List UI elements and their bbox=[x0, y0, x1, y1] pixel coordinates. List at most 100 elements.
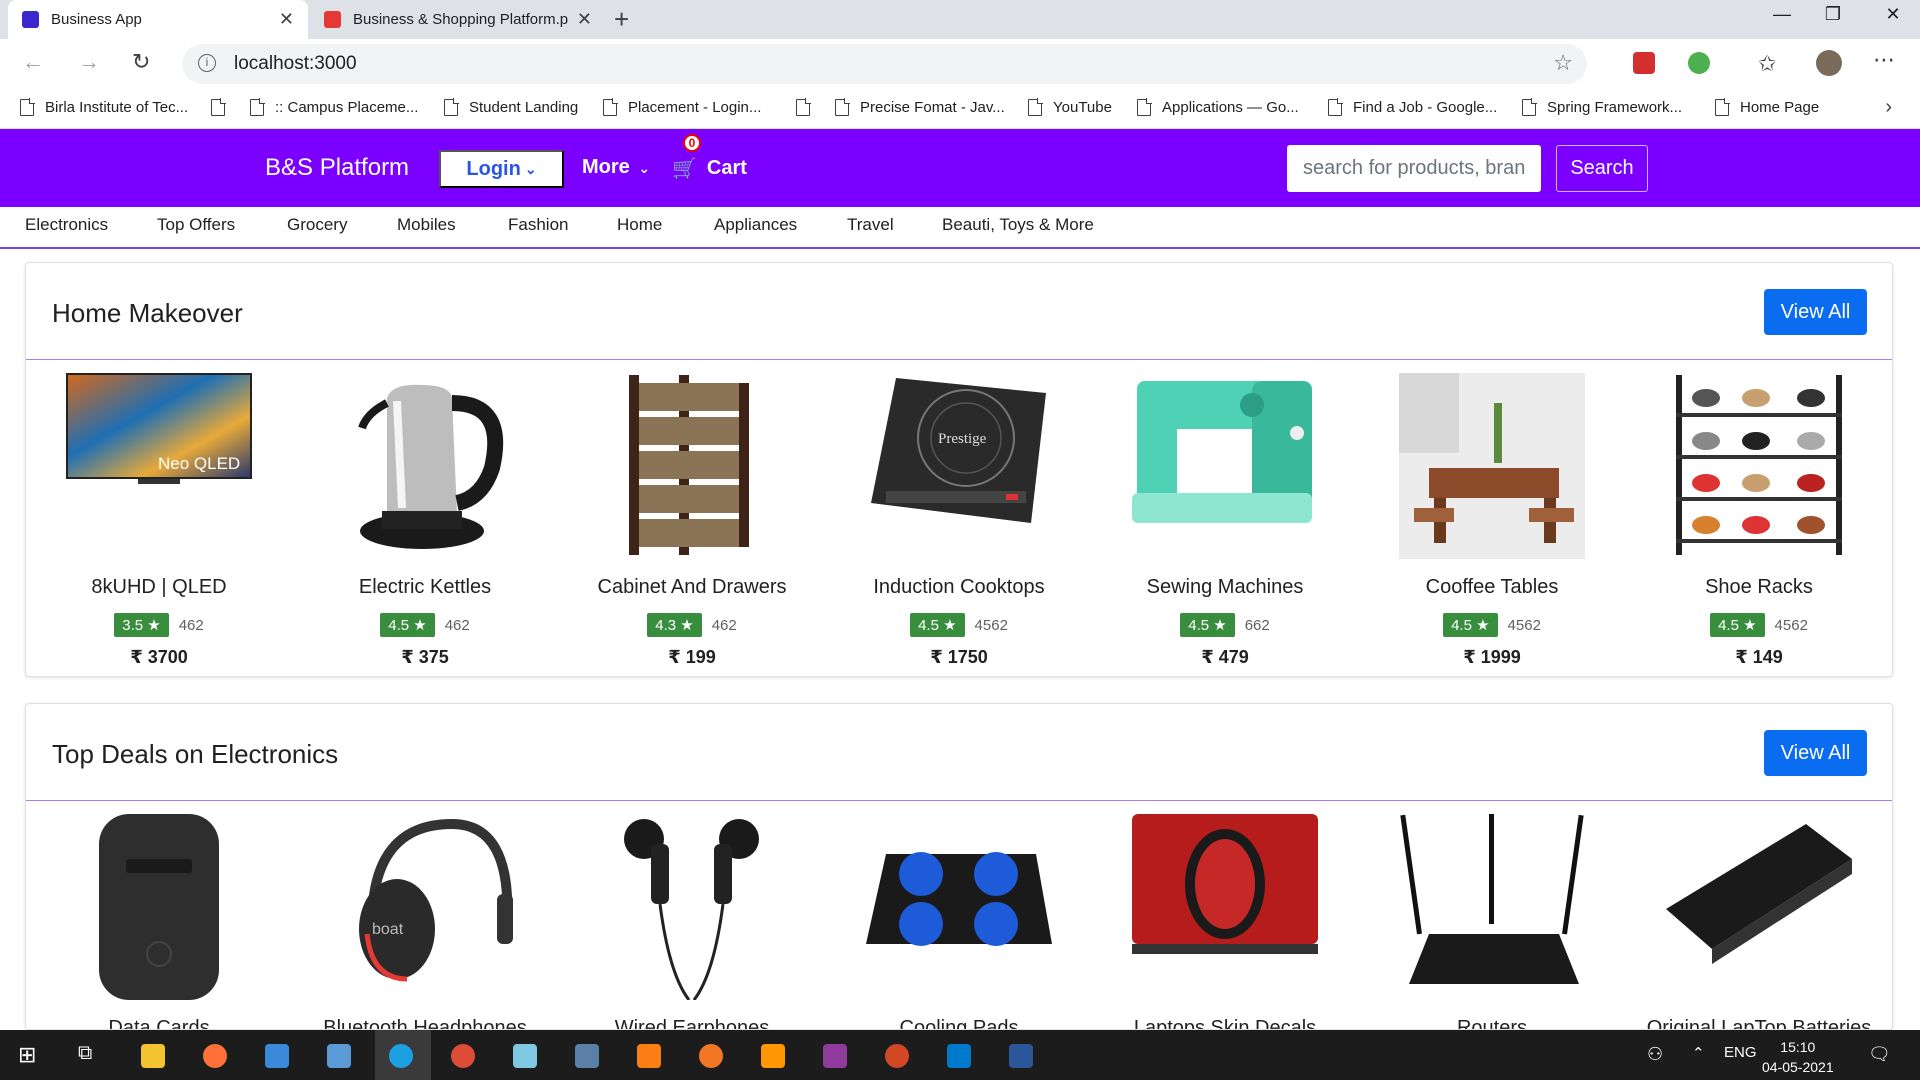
cart-button[interactable]: 🛒 Cart bbox=[672, 156, 747, 181]
close-icon[interactable]: ✕ bbox=[279, 9, 294, 30]
vscode-icon[interactable] bbox=[947, 1044, 971, 1068]
kettle-icon bbox=[358, 384, 504, 549]
brand-logo[interactable]: B&S Platform bbox=[265, 154, 409, 182]
headphones-icon: boat bbox=[359, 818, 513, 982]
product-name: Induction Cooktops bbox=[873, 576, 1045, 598]
url-text[interactable]: localhost:3000 bbox=[234, 53, 357, 75]
powerpoint-icon[interactable] bbox=[885, 1044, 909, 1068]
product-name: 8kUHD | QLED bbox=[91, 576, 227, 598]
divider bbox=[26, 359, 1892, 360]
app-icon[interactable] bbox=[637, 1044, 661, 1068]
chrome-icon[interactable] bbox=[451, 1044, 475, 1068]
shoe-rack-icon bbox=[1676, 375, 1842, 555]
forward-icon[interactable]: → bbox=[78, 49, 100, 75]
bookmark-item[interactable] bbox=[796, 98, 821, 116]
search-input[interactable] bbox=[1287, 145, 1541, 192]
data-card-icon bbox=[99, 814, 219, 1000]
back-icon[interactable]: ← bbox=[22, 49, 44, 75]
tab-business-app[interactable]: Business App ✕ bbox=[8, 0, 308, 39]
edge-icon[interactable] bbox=[389, 1044, 413, 1068]
word-icon[interactable] bbox=[1009, 1044, 1033, 1068]
minimize-icon[interactable]: — bbox=[1757, 4, 1807, 25]
app-icon[interactable] bbox=[265, 1044, 289, 1068]
app-icon[interactable] bbox=[513, 1044, 537, 1068]
new-tab-icon[interactable]: + bbox=[614, 4, 629, 35]
windows-start-icon[interactable]: ⊞ bbox=[18, 1042, 36, 1068]
product-name: Cabinet And Drawers bbox=[597, 576, 787, 598]
search-button[interactable]: Search bbox=[1556, 145, 1648, 192]
bookmark-item[interactable]: Spring Framework... bbox=[1522, 98, 1682, 116]
category-electronics[interactable]: Electronics bbox=[25, 215, 108, 235]
bookmark-item[interactable]: Home Page bbox=[1715, 98, 1819, 116]
language-indicator[interactable]: ENG bbox=[1724, 1044, 1757, 1061]
site-info-icon[interactable]: i bbox=[198, 54, 216, 72]
product-name: Routers bbox=[1456, 1017, 1528, 1030]
product-price: ₹ 1999 bbox=[1463, 647, 1521, 667]
sublime-icon[interactable] bbox=[761, 1044, 785, 1068]
winrar-icon[interactable] bbox=[823, 1044, 847, 1068]
cabinet-icon bbox=[629, 375, 749, 555]
table-icon bbox=[1399, 373, 1585, 559]
view-all-button[interactable]: View All bbox=[1764, 730, 1867, 776]
view-all-button[interactable]: View All bbox=[1764, 289, 1867, 335]
close-icon[interactable]: ✕ bbox=[577, 9, 592, 30]
firefox-icon[interactable] bbox=[203, 1044, 227, 1068]
app-header: B&S Platform Login ⌄ More ⌄ 🛒 Cart Searc… bbox=[0, 129, 1920, 207]
product-name: Original LapTop Batteries bbox=[1646, 1017, 1872, 1030]
bookmark-item[interactable]: Placement - Login... bbox=[603, 98, 761, 116]
product-name: Cooling Pads bbox=[899, 1017, 1019, 1030]
rating-count: 462 bbox=[178, 616, 204, 634]
system-clock[interactable]: 15:10 04-05-2021 bbox=[1762, 1037, 1834, 1077]
extension-icon[interactable] bbox=[1633, 52, 1655, 74]
menu-icon[interactable]: ⋯ bbox=[1873, 47, 1895, 73]
rating-badge: 4.5 ★ bbox=[910, 613, 965, 637]
app-icon[interactable] bbox=[575, 1044, 599, 1068]
category-mobiles[interactable]: Mobiles bbox=[397, 215, 456, 235]
category-top-offers[interactable]: Top Offers bbox=[157, 215, 235, 235]
product-name: Data Cards bbox=[108, 1017, 210, 1030]
os-taskbar: ⊞ ⧉ ⚇ ⌃ ENG 15:10 04-05-2021 🗨 bbox=[0, 1030, 1920, 1080]
window-close-icon[interactable]: ✕ bbox=[1868, 4, 1918, 25]
address-bar[interactable]: i localhost:3000 ☆ bbox=[182, 44, 1587, 84]
category-beauty-toys[interactable]: Beauti, Toys & More bbox=[942, 215, 1094, 235]
bookmark-item[interactable]: :: Campus Placeme... bbox=[250, 98, 418, 116]
bookmark-item[interactable]: Student Landing bbox=[444, 98, 578, 116]
category-grocery[interactable]: Grocery bbox=[287, 215, 347, 235]
more-button[interactable]: More ⌄ bbox=[582, 156, 650, 179]
task-view-icon[interactable]: ⧉ bbox=[78, 1042, 92, 1065]
bookmark-item[interactable]: Applications — Go... bbox=[1137, 98, 1299, 116]
category-travel[interactable]: Travel bbox=[847, 215, 894, 235]
file-explorer-icon[interactable] bbox=[141, 1044, 165, 1068]
category-home[interactable]: Home bbox=[617, 215, 662, 235]
bookmark-item[interactable]: Birla Institute of Tec... bbox=[20, 98, 188, 116]
bookmark-item[interactable]: Find a Job - Google... bbox=[1328, 98, 1497, 116]
bookmark-item[interactable]: YouTube bbox=[1028, 98, 1112, 116]
chevron-right-icon[interactable]: › bbox=[1885, 96, 1892, 119]
bookmark-item[interactable]: Precise Fomat - Jav... bbox=[835, 98, 1005, 116]
product-price: ₹ 375 bbox=[401, 647, 449, 667]
category-appliances[interactable]: Appliances bbox=[714, 215, 797, 235]
section-title: Home Makeover bbox=[52, 298, 243, 328]
favorites-icon[interactable]: ✩ bbox=[1758, 51, 1776, 77]
page-icon bbox=[1715, 98, 1730, 116]
sewing-machine-icon bbox=[1132, 381, 1312, 523]
bookmark-star-icon[interactable]: ☆ bbox=[1553, 50, 1573, 76]
rating-count: 462 bbox=[444, 616, 470, 634]
tab-pdf[interactable]: Business & Shopping Platform.p ✕ bbox=[310, 0, 606, 39]
maximize-icon[interactable]: ❐ bbox=[1808, 4, 1858, 25]
rating-badge: 4.5 ★ bbox=[1180, 613, 1235, 637]
jupyter-icon[interactable] bbox=[699, 1044, 723, 1068]
rating-badge: 4.5 ★ bbox=[1443, 613, 1498, 637]
app-icon[interactable] bbox=[327, 1044, 351, 1068]
notifications-icon[interactable]: 🗨 bbox=[1868, 1044, 1891, 1065]
login-button[interactable]: Login ⌄ bbox=[439, 150, 564, 188]
category-fashion[interactable]: Fashion bbox=[508, 215, 568, 235]
bookmark-item[interactable] bbox=[211, 98, 236, 116]
avatar[interactable] bbox=[1816, 50, 1842, 76]
browser-tabstrip: Business App ✕ Business & Shopping Platf… bbox=[0, 0, 1920, 39]
people-icon[interactable]: ⚇ bbox=[1647, 1044, 1663, 1065]
chevron-up-icon[interactable]: ⌃ bbox=[1692, 1044, 1705, 1062]
extension-icon[interactable] bbox=[1688, 52, 1710, 74]
page-icon bbox=[1522, 98, 1537, 116]
reload-icon[interactable]: ↻ bbox=[132, 49, 150, 75]
